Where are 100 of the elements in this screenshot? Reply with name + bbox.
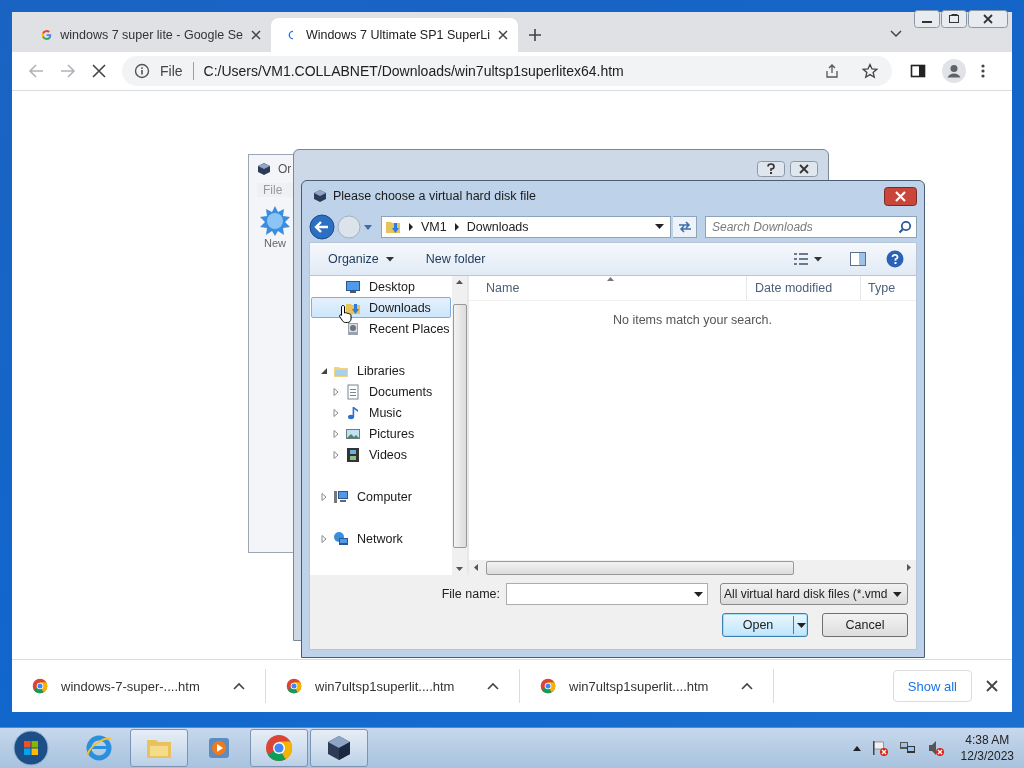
- dropdown-caret-icon[interactable]: [814, 256, 822, 262]
- recent-places-icon: [345, 320, 361, 337]
- cube-icon: [257, 162, 271, 176]
- computer-icon: [333, 488, 349, 505]
- close-icon[interactable]: [251, 30, 261, 40]
- collapsed-arrow-icon[interactable]: [331, 449, 341, 460]
- help-icon[interactable]: [886, 250, 904, 268]
- maximize-icon[interactable]: [941, 10, 967, 28]
- collapsed-arrow-icon[interactable]: [319, 533, 329, 544]
- empty-message: No items match your search.: [611, 313, 774, 327]
- close-icon[interactable]: [498, 30, 508, 40]
- column-header[interactable]: Type: [861, 276, 916, 300]
- toolbar-button[interactable]: New folder: [425, 252, 486, 266]
- nav-item[interactable]: Computer: [311, 486, 451, 507]
- nav-item[interactable]: Libraries: [311, 360, 451, 381]
- split-button[interactable]: Open: [722, 613, 808, 637]
- refresh-button[interactable]: [673, 215, 697, 238]
- refresh-arrows-icon: [676, 219, 693, 234]
- taskbar-button[interactable]: [310, 729, 368, 767]
- chrome-icon: [540, 678, 556, 694]
- nav-item[interactable]: Music: [311, 402, 451, 423]
- nav-item[interactable]: Recent Places: [311, 318, 451, 339]
- caret-icon[interactable]: [741, 682, 753, 690]
- recent-pages-caret-icon[interactable]: [363, 222, 373, 231]
- minimize-icon[interactable]: [914, 10, 940, 28]
- side-panel-icon[interactable]: [910, 63, 926, 79]
- scroll-down-arrow-icon[interactable]: [456, 567, 463, 571]
- caret-icon[interactable]: [233, 682, 245, 690]
- starburst-icon: [259, 205, 291, 237]
- view-list-icon[interactable]: [794, 253, 808, 265]
- breadcrumb-bar[interactable]: VM1 Downloads: [381, 215, 671, 238]
- nav-item[interactable]: Desktop: [311, 276, 451, 297]
- collapsed-arrow-icon[interactable]: [331, 407, 341, 418]
- collapsed-arrow-icon[interactable]: [319, 491, 329, 502]
- search-field[interactable]: Search Downloads: [705, 215, 917, 238]
- scroll-right-arrow-icon[interactable]: [907, 564, 911, 571]
- share-icon[interactable]: [824, 63, 840, 79]
- stop-loading-icon[interactable]: [92, 64, 106, 78]
- address-bar[interactable]: File C:/Users/VM1.COLLABNET/Downloads/win7ultsp1superlitex64.htm: [122, 56, 892, 86]
- google-g-icon: [41, 27, 53, 43]
- window-title: Or: [278, 162, 292, 176]
- tab-title: Windows 7 Ultimate SP1 SuperLi: [305, 28, 490, 42]
- show-all-button[interactable]: Show all: [892, 670, 972, 702]
- search-icon: [898, 219, 912, 234]
- breadcrumb-item[interactable]: VM1: [421, 219, 447, 234]
- start-button[interactable]: [12, 729, 50, 767]
- nav-item[interactable]: Network: [311, 528, 451, 549]
- file-type-dropdown[interactable]: All virtual hard disk files (*.vmd: [720, 583, 908, 605]
- chrome-icon: [32, 678, 48, 694]
- browser-tab[interactable]: Windows 7 Ultimate SP1 SuperLi: [271, 18, 518, 52]
- info-icon[interactable]: [134, 63, 150, 79]
- download-item[interactable]: win7ultsp1superlit....htm: [286, 669, 520, 703]
- column-header[interactable]: Date modified: [747, 276, 861, 300]
- download-item[interactable]: win7ultsp1superlit....htm: [540, 669, 774, 703]
- close-icon[interactable]: [968, 10, 1008, 28]
- file-name-label: File name:: [441, 587, 500, 601]
- url-text: C:/Users/VM1.COLLABNET/Downloads/win7ultsp1superlitex64.htm: [203, 63, 624, 79]
- muted-speaker-icon[interactable]: [926, 739, 945, 757]
- collapsed-arrow-icon[interactable]: [331, 386, 341, 397]
- dialog-button[interactable]: Cancel: [822, 613, 908, 637]
- clock[interactable]: 4:38 AM 12/3/2023: [960, 732, 1014, 764]
- preview-pane-icon[interactable]: [850, 252, 866, 266]
- profile-avatar-icon[interactable]: [942, 59, 966, 83]
- menu-icon[interactable]: [980, 63, 986, 79]
- toolbar-button[interactable]: New: [257, 205, 293, 249]
- browser-tab[interactable]: windows 7 super lite - Google Se: [24, 18, 271, 52]
- scrollbar-thumb[interactable]: [486, 560, 794, 575]
- show-hidden-icons-icon[interactable]: [852, 745, 861, 751]
- caret-icon[interactable]: [487, 682, 499, 690]
- sort-arrow-icon: [607, 277, 614, 281]
- horizontal-scrollbar[interactable]: [469, 560, 916, 575]
- bookmark-star-icon[interactable]: [862, 63, 878, 79]
- hand-cursor-icon: [338, 304, 354, 324]
- nav-item[interactable]: Downloads: [311, 297, 451, 318]
- breadcrumb-arrow-icon[interactable]: [408, 222, 414, 231]
- collapsed-arrow-icon[interactable]: [331, 428, 341, 439]
- dropdown-caret-icon[interactable]: [797, 622, 806, 628]
- close-icon[interactable]: [884, 186, 917, 206]
- toolbar-button[interactable]: Organize: [328, 252, 394, 266]
- nav-item[interactable]: Pictures: [311, 423, 451, 444]
- nav-item[interactable]: Documents: [311, 381, 451, 402]
- close-icon[interactable]: [986, 680, 998, 692]
- scrollbar-thumb[interactable]: [452, 303, 467, 548]
- close-icon[interactable]: [790, 161, 818, 177]
- download-item[interactable]: windows-7-super-....htm: [32, 669, 266, 703]
- file-name-field[interactable]: [506, 583, 708, 605]
- breadcrumb-arrow-icon[interactable]: [453, 222, 460, 231]
- new-tab-icon[interactable]: [528, 28, 542, 42]
- vertical-scrollbar[interactable]: [452, 276, 467, 575]
- desktop-icon: [345, 278, 361, 295]
- nav-item[interactable]: Videos: [311, 444, 451, 465]
- help-icon[interactable]: [757, 161, 785, 177]
- breadcrumb-item[interactable]: Downloads: [466, 219, 529, 234]
- dropdown-caret-icon[interactable]: [655, 223, 664, 230]
- film-icon: [345, 446, 361, 463]
- browser-e-icon: [84, 733, 114, 763]
- flag-icon[interactable]: [870, 739, 889, 757]
- scroll-up-arrow-icon[interactable]: [456, 280, 463, 284]
- tab-search-caret-icon[interactable]: [890, 30, 902, 38]
- scroll-left-arrow-icon[interactable]: [474, 564, 478, 571]
